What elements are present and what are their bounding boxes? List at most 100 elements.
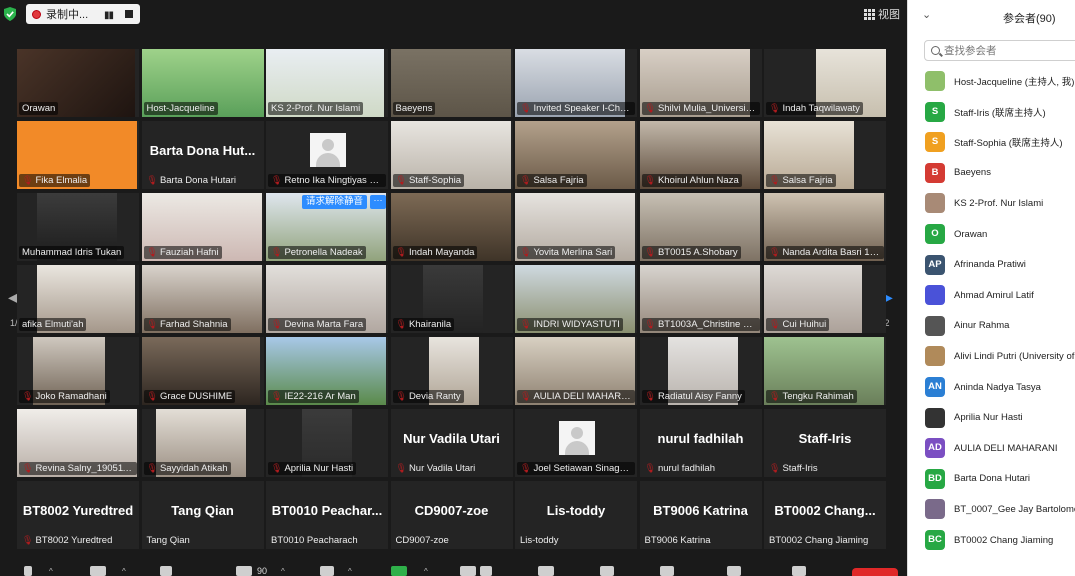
participant-list-item[interactable]: AN Aninda Nadya Tasya xyxy=(908,372,1075,402)
request-unmute-button[interactable]: 请求解除静音 xyxy=(302,195,368,209)
security-shield-icon[interactable] xyxy=(4,7,16,21)
whiteboard-icon[interactable] xyxy=(727,566,741,576)
stop-share-icon[interactable] xyxy=(480,566,492,576)
participant-list-item[interactable]: AD AULIA DELI MAHARANI xyxy=(908,433,1075,463)
participant-video-tile[interactable]: 🎙 Devina Marta Fara xyxy=(266,265,388,333)
chat-icon[interactable] xyxy=(320,566,334,576)
collapse-chevron-down-icon[interactable]: ⌄ xyxy=(922,8,931,21)
participant-video-tile[interactable]: Nur Vadila Utari 🎙 Nur Vadila Utari xyxy=(390,409,513,477)
participant-video-tile[interactable]: 🎙 Radiatul Aisy Fanny xyxy=(639,337,762,405)
participant-video-tile[interactable]: 🎙 Tengku Rahimah xyxy=(764,337,886,405)
participant-video-tile[interactable]: 🎙 Fika Elmalia xyxy=(17,121,139,189)
participant-list-item[interactable]: S Staff-Iris (联席主持人) xyxy=(908,97,1075,127)
share-caret-icon[interactable]: ^ xyxy=(424,567,428,576)
participant-video-tile[interactable]: 🎙 Cui Huihui xyxy=(764,265,886,333)
participant-name-label: Lis-toddy xyxy=(517,534,562,547)
participants-icon[interactable] xyxy=(236,566,252,576)
participant-video-tile[interactable]: 🎙 BT1003A_Christine Ma... xyxy=(639,265,762,333)
participant-video-tile[interactable]: nurul fadhilah 🎙 nurul fadhilah xyxy=(639,409,762,477)
participant-video-tile[interactable]: Orawan xyxy=(17,49,139,117)
apps-icon[interactable] xyxy=(660,566,674,576)
audio-options-caret-icon[interactable]: ^ xyxy=(49,567,53,576)
participant-list-item[interactable]: KS 2-Prof. Nur Islami xyxy=(908,188,1075,218)
end-meeting-button[interactable] xyxy=(852,568,898,576)
participant-video-tile[interactable]: Tang Qian Tang Qian xyxy=(141,481,264,549)
participant-video-tile[interactable]: BT8002 Yuredtred 🎙 BT8002 Yuredtred xyxy=(17,481,139,549)
participant-search[interactable] xyxy=(924,40,1075,61)
participant-video-tile[interactable]: 🎙 Aprilia Nur Hasti xyxy=(266,409,388,477)
participant-list-item[interactable]: Alivi Lindi Putri (University of xyxy=(908,341,1075,371)
participant-list-item[interactable]: Ainur Rahma xyxy=(908,311,1075,341)
participant-video-tile[interactable]: 🎙 Indah Mayanda xyxy=(390,193,513,261)
participant-video-tile[interactable]: BT9006 Katrina BT9006 Katrina xyxy=(639,481,762,549)
share-screen-icon[interactable] xyxy=(391,566,407,576)
participant-video-tile[interactable]: 🎙 Salsa Fajria xyxy=(764,121,886,189)
participant-video-tile[interactable]: 🎙 Retno Ika Ningtiyas 19... xyxy=(266,121,388,189)
participants-caret-icon[interactable]: ^ xyxy=(281,567,285,576)
view-button[interactable]: 视图 xyxy=(864,6,900,22)
participant-list-item[interactable]: AP Afrinanda Pratiwi xyxy=(908,250,1075,280)
participant-video-tile[interactable]: 🎙 Farhad Shahnia xyxy=(141,265,264,333)
participant-video-tile[interactable]: BT0002 Chang... BT0002 Chang Jiaming xyxy=(764,481,886,549)
participant-video-tile[interactable]: 🎙 Shilvi Mulia_University... xyxy=(639,49,762,117)
participant-list-item[interactable]: Ahmad Amirul Latif xyxy=(908,280,1075,310)
participant-list-name: Barta Dona Hutari xyxy=(954,473,1031,485)
video-options-caret-icon[interactable]: ^ xyxy=(122,567,126,576)
participant-video-tile[interactable]: BT0010 Peachar... BT0010 Peacharach xyxy=(266,481,388,549)
participant-video-tile[interactable]: 🎙 Staff-Sophia xyxy=(390,121,513,189)
participant-list-item[interactable]: BC BT0002 Chang Jiaming xyxy=(908,525,1075,555)
participant-video-tile[interactable]: 🎙 Revina Salny_1905111... xyxy=(17,409,139,477)
participant-list-item[interactable]: BT_0007_Gee Jay Bartolome xyxy=(908,494,1075,524)
participant-list-item[interactable]: S Staff-Sophia (联席主持人) xyxy=(908,127,1075,157)
muted-microphone-icon: 🎙 xyxy=(146,175,158,185)
participant-list-item[interactable]: O Orawan xyxy=(908,219,1075,249)
participant-video-tile[interactable]: Host-Jacqueline xyxy=(141,49,264,117)
participant-video-tile[interactable]: 🎙 AULIA DELI MAHARANI xyxy=(515,337,637,405)
participant-video-tile[interactable]: 请求解除静音 ··· 🎙 Petronella Nadeak xyxy=(266,193,388,261)
participant-video-tile[interactable]: KS 2-Prof. Nur Islami xyxy=(266,49,388,117)
participant-video-tile[interactable]: afika Elmuti'ah xyxy=(17,265,139,333)
participant-video-tile[interactable]: 🎙 Khoirul Ahlun Naza xyxy=(639,121,762,189)
captions-icon[interactable] xyxy=(538,566,554,576)
reactions-icon[interactable] xyxy=(600,566,614,576)
video-camera-icon[interactable] xyxy=(90,566,106,576)
participant-list-item[interactable]: Host-Jacqueline (主持人, 我) xyxy=(908,66,1075,96)
participant-list-item[interactable]: B Baeyens xyxy=(908,158,1075,188)
participant-video-tile[interactable]: 🎙 Joko Ramadhani xyxy=(17,337,139,405)
microphone-icon[interactable] xyxy=(24,566,32,576)
participant-video-tile[interactable]: 🎙 Sayyidah Atikah xyxy=(141,409,264,477)
participant-video-tile[interactable]: 🎙 INDRI WIDYASTUTI xyxy=(515,265,637,333)
participant-list-item[interactable]: BD Barta Dona Hutari xyxy=(908,464,1075,494)
participant-video-tile[interactable]: 🎙 IE22-216 Ar Man xyxy=(266,337,388,405)
security-icon[interactable] xyxy=(160,566,172,576)
participant-video-tile[interactable]: 🎙 Indah Taqwilawaty xyxy=(764,49,886,117)
participant-video-tile[interactable]: 🎙 Khairanila xyxy=(390,265,513,333)
participant-video-tile[interactable]: 🎙 Fauziah Hafni xyxy=(141,193,264,261)
participant-video-tile[interactable]: Lis-toddy Lis-toddy xyxy=(515,481,637,549)
participant-video-tile[interactable]: 🎙 Salsa Fajria xyxy=(515,121,637,189)
pause-share-icon[interactable] xyxy=(460,566,476,576)
pause-recording-button[interactable]: ▮▮ xyxy=(104,10,114,21)
participant-video-tile[interactable]: 🎙 Yovita Merlina Sari xyxy=(515,193,637,261)
participant-video-tile[interactable]: 🎙 Invited Speaker I-Chun... xyxy=(515,49,637,117)
participant-video-tile[interactable]: 🎙 Grace DUSHIME xyxy=(141,337,264,405)
participant-name-label: 🎙 IE22-216 Ar Man xyxy=(268,390,359,403)
tile-more-options-button[interactable]: ··· xyxy=(370,195,386,209)
participant-name-label: 🎙 Joko Ramadhani xyxy=(19,390,110,403)
participant-video-tile[interactable]: 🎙 Nanda Ardita Basri 19... xyxy=(764,193,886,261)
participant-list-item[interactable]: Aprilia Nur Hasti xyxy=(908,403,1075,433)
chat-caret-icon[interactable]: ^ xyxy=(348,567,352,576)
participant-video-tile[interactable]: 🎙 Devia Ranty xyxy=(390,337,513,405)
more-icon[interactable] xyxy=(792,566,806,576)
participant-video-tile[interactable]: 🎙 BT0015 A.Shobary xyxy=(639,193,762,261)
participant-video-tile[interactable]: CD9007-zoe CD9007-zoe xyxy=(390,481,513,549)
participant-avatar: AP xyxy=(925,254,945,275)
participant-video-tile[interactable]: Muhammad Idris Tukan xyxy=(17,193,139,261)
participant-video-tile[interactable]: Baeyens xyxy=(390,49,513,117)
participant-search-input[interactable] xyxy=(944,44,1074,57)
stop-recording-button[interactable] xyxy=(125,10,133,18)
participant-video-tile[interactable]: Barta Dona Hut... 🎙 Barta Dona Hutari xyxy=(141,121,264,189)
participant-name-label: 🎙 BT1003A_Christine Ma... xyxy=(641,318,760,331)
participant-video-tile[interactable]: Staff-Iris 🎙 Staff-Iris xyxy=(764,409,886,477)
participant-video-tile[interactable]: 🎙 Joel Setiawan Sinaga 1... xyxy=(515,409,637,477)
